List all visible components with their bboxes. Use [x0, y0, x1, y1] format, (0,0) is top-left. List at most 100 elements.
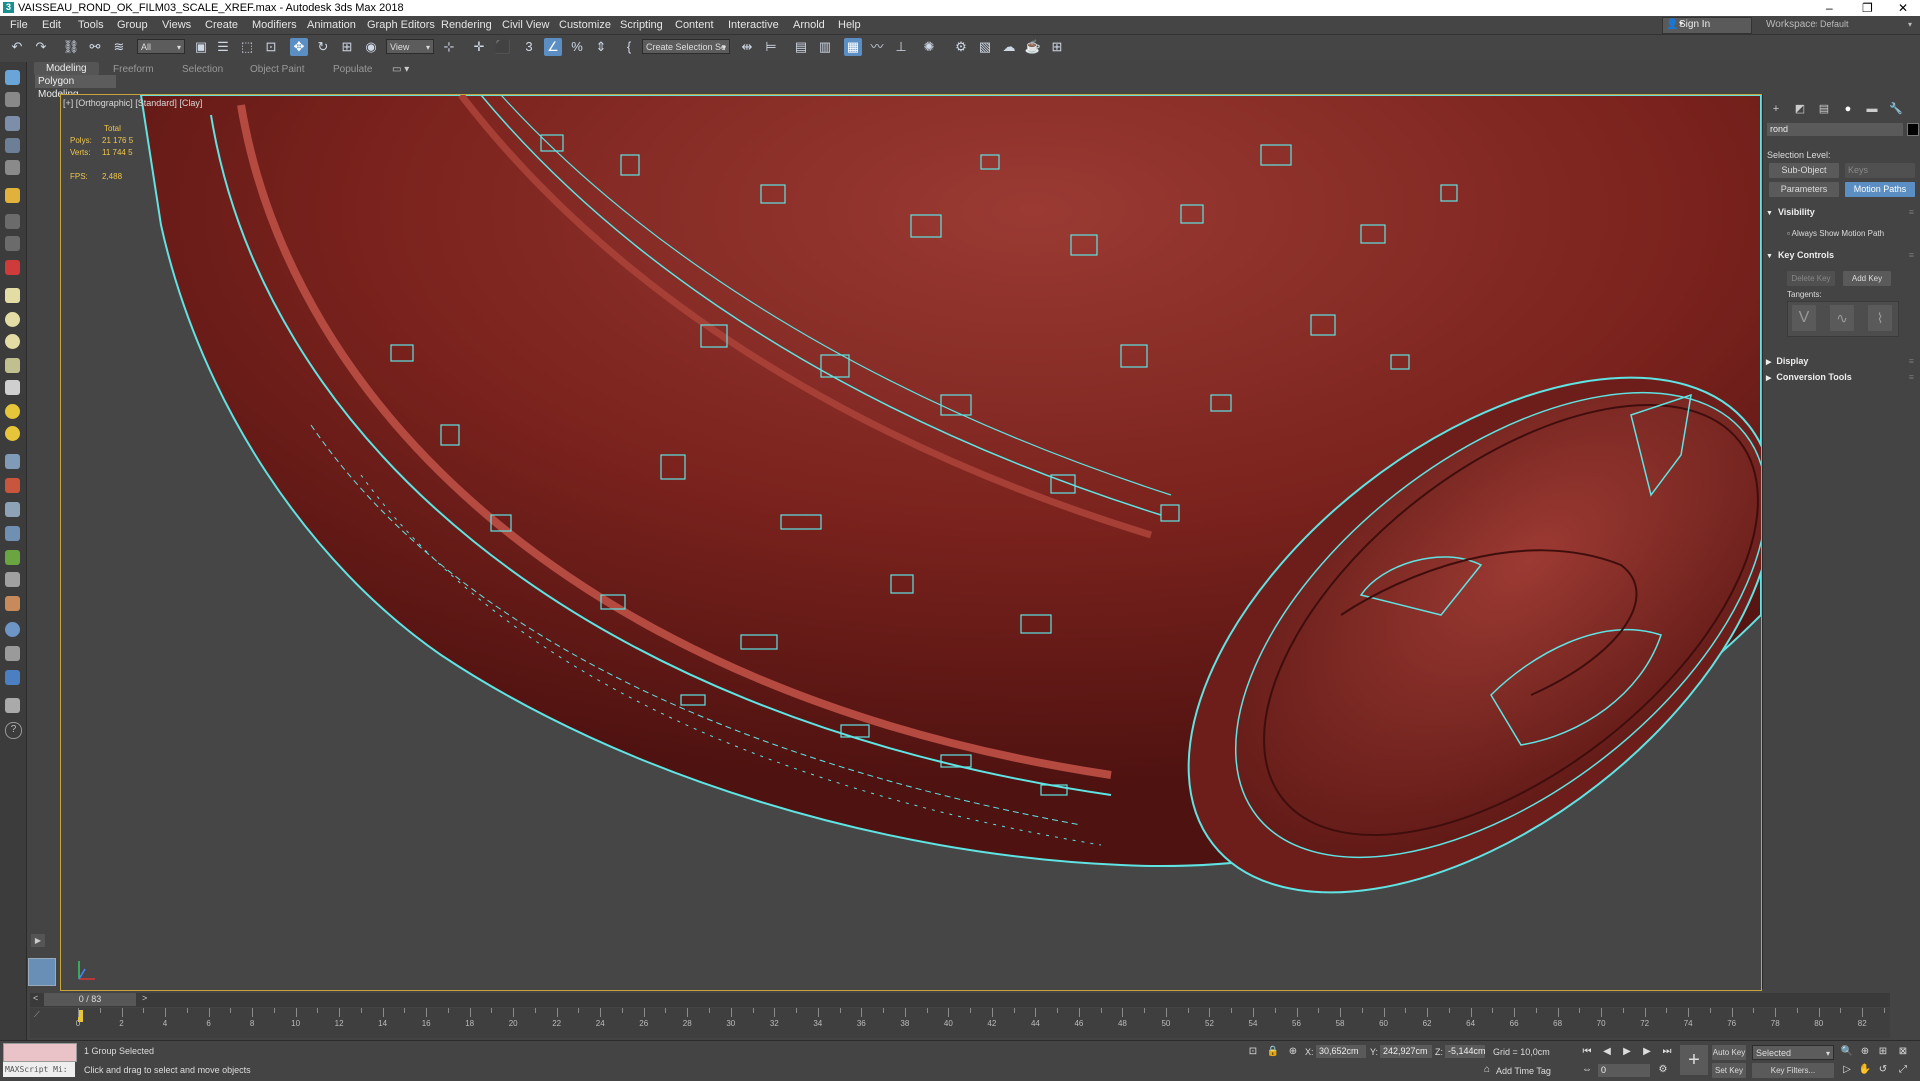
angle-snap-icon[interactable]: ∠ — [544, 38, 562, 56]
zoom-extents-all-icon[interactable]: ⊠ — [1896, 1045, 1910, 1059]
render-production-icon[interactable]: ☁ — [1000, 38, 1018, 56]
character-icon[interactable] — [5, 596, 20, 611]
schematic-view-icon[interactable]: ⊥ — [892, 38, 910, 56]
menu-help[interactable]: Help — [838, 19, 861, 31]
menu-customize[interactable]: Customize — [559, 19, 611, 31]
percent-snap-icon[interactable]: % — [568, 38, 586, 56]
helper-icon[interactable] — [5, 236, 20, 251]
selection-lock-icon[interactable]: 🔒 — [1266, 1045, 1280, 1059]
camera-icon[interactable] — [5, 214, 20, 229]
key-selection-dropdown[interactable]: Selected — [1752, 1045, 1834, 1061]
redo-icon[interactable]: ↷ — [32, 38, 50, 56]
set-key-big-button[interactable]: + — [1680, 1045, 1708, 1075]
space-warp-icon[interactable] — [5, 260, 20, 275]
maximize-button[interactable]: ❐ — [1862, 1, 1873, 15]
tab-populate[interactable]: Populate — [333, 64, 372, 75]
reference-coordinate-dropdown[interactable]: View — [386, 39, 434, 55]
bone-icon[interactable] — [5, 502, 20, 517]
spaceship-model[interactable] — [61, 95, 1761, 990]
x-coordinate-field[interactable]: 30,652cm — [1316, 1045, 1366, 1058]
auto-key-button[interactable]: Auto Key — [1712, 1045, 1746, 1060]
time-tag-icon[interactable]: ⌂ — [1480, 1063, 1494, 1077]
menu-tools[interactable]: Tools — [78, 19, 104, 31]
menu-civil-view[interactable]: Civil View — [502, 19, 549, 31]
display-rollout[interactable]: ▶ Display ≡ — [1766, 356, 1916, 370]
pivot-center-icon[interactable]: ⊹ — [440, 38, 458, 56]
add-time-tag-button[interactable]: Add Time Tag — [1496, 1066, 1551, 1076]
sign-in-dropdown[interactable]: 👤 Sign In ▾ — [1662, 17, 1752, 34]
help-icon[interactable]: ? — [5, 722, 22, 739]
menu-modifiers[interactable]: Modifiers — [252, 19, 297, 31]
spinner-snap-icon[interactable]: ⇕ — [592, 38, 610, 56]
motion-paths-button[interactable]: Motion Paths — [1845, 182, 1915, 197]
expand-panel-button[interactable]: ▶ — [31, 934, 45, 947]
modify-tab-icon[interactable]: ◩ — [1793, 102, 1807, 116]
menu-views[interactable]: Views — [162, 19, 191, 31]
minimize-button[interactable]: – — [1826, 1, 1833, 15]
select-and-place-icon[interactable]: ◉ — [362, 38, 380, 56]
select-and-scale-icon[interactable]: ⊞ — [338, 38, 356, 56]
cylinder-icon[interactable] — [5, 334, 20, 349]
previous-frame-icon[interactable]: ◀ — [1600, 1045, 1614, 1059]
isolate-selection-icon[interactable]: ⊡ — [1246, 1045, 1260, 1059]
always-show-motion-path-checkbox[interactable]: ▫ Always Show Motion Path — [1787, 229, 1884, 238]
tab-selection[interactable]: Selection — [182, 64, 223, 75]
walk-icon[interactable] — [5, 572, 20, 587]
material-editor-icon[interactable]: ✺ — [920, 38, 938, 56]
ribbon-options-icon[interactable]: ▭ ▾ — [392, 64, 409, 75]
conversion-tools-rollout[interactable]: ▶ Conversion Tools ≡ — [1766, 372, 1916, 386]
rectangular-selection-icon[interactable]: ⬚ — [238, 38, 256, 56]
time-slider-prev-button[interactable]: < — [33, 993, 38, 1003]
tangent-smooth-icon[interactable]: V — [1792, 305, 1816, 331]
delete-key-button[interactable]: Delete Key — [1787, 271, 1835, 286]
display-tab-icon[interactable]: ▬ — [1865, 102, 1879, 116]
menu-graph-editors[interactable]: Graph Editors — [367, 19, 435, 31]
modify-icon[interactable] — [5, 92, 20, 107]
render-sphere-icon[interactable] — [5, 622, 20, 637]
z-coordinate-field[interactable]: -5,144cm — [1445, 1045, 1486, 1058]
maxscript-listener-input[interactable] — [3, 1043, 77, 1062]
list-icon[interactable] — [5, 160, 20, 175]
named-selection-dropdown[interactable]: Create Selection Se — [642, 39, 730, 55]
go-to-start-icon[interactable]: ⏮ — [1580, 1045, 1594, 1059]
tab-modeling[interactable]: Modeling — [34, 62, 99, 75]
time-slider[interactable]: < 0 / 83 > — [30, 993, 1890, 1007]
render-setup-icon[interactable]: ⚙ — [952, 38, 970, 56]
key-filters-button[interactable]: Key Filters... — [1752, 1063, 1834, 1078]
particle-icon[interactable] — [5, 478, 20, 493]
maxscript-listener-output[interactable]: MAXScript Mi: — [3, 1062, 75, 1077]
keys-dropdown[interactable]: Keys — [1845, 163, 1915, 178]
key-mode-icon[interactable]: ⇔ — [1580, 1063, 1594, 1077]
maximize-viewport-icon[interactable]: ⤢ — [1896, 1063, 1910, 1077]
object-color-swatch[interactable] — [1907, 123, 1919, 136]
utilities-tab-icon[interactable]: 🔧 — [1889, 102, 1903, 116]
time-slider-next-button[interactable]: > — [142, 993, 147, 1003]
grid-icon[interactable] — [5, 454, 20, 469]
align-icon[interactable]: ⊨ — [762, 38, 780, 56]
keyboard-shortcut-override-icon[interactable]: ⬛ — [494, 38, 512, 56]
field-of-view-icon[interactable]: ▷ — [1840, 1063, 1854, 1077]
render-to-texture-icon[interactable]: ⊞ — [1048, 38, 1066, 56]
menu-interactive[interactable]: Interactive — [728, 19, 779, 31]
box-icon[interactable] — [5, 288, 20, 303]
menu-rendering[interactable]: Rendering — [441, 19, 492, 31]
y-coordinate-field[interactable]: 242,927cm — [1380, 1045, 1432, 1058]
create-icon[interactable] — [5, 70, 20, 85]
hierarchy-icon[interactable] — [5, 138, 20, 153]
cone-icon[interactable] — [5, 380, 20, 395]
torus-icon[interactable] — [5, 358, 20, 373]
visibility-rollout[interactable]: ▼ Visibility ≡ — [1766, 207, 1916, 221]
ribbon-toggle-icon[interactable]: ▦ — [844, 38, 862, 56]
zoom-all-icon[interactable]: ⊕ — [1858, 1045, 1872, 1059]
selection-filter-dropdown[interactable]: All — [137, 39, 185, 55]
menu-arnold[interactable]: Arnold — [793, 19, 825, 31]
foliage-icon[interactable] — [5, 550, 20, 565]
set-key-button[interactable]: Set Key — [1712, 1063, 1746, 1078]
tangent-linear-icon[interactable]: ∿ — [1830, 305, 1854, 331]
menu-group[interactable]: Group — [117, 19, 148, 31]
zoom-icon[interactable]: 🔍 — [1840, 1045, 1854, 1059]
sphere-icon[interactable] — [5, 312, 20, 327]
omni-light-icon[interactable] — [5, 426, 20, 441]
layer-icon[interactable] — [5, 116, 20, 131]
viewport-layout-button[interactable] — [28, 958, 56, 986]
